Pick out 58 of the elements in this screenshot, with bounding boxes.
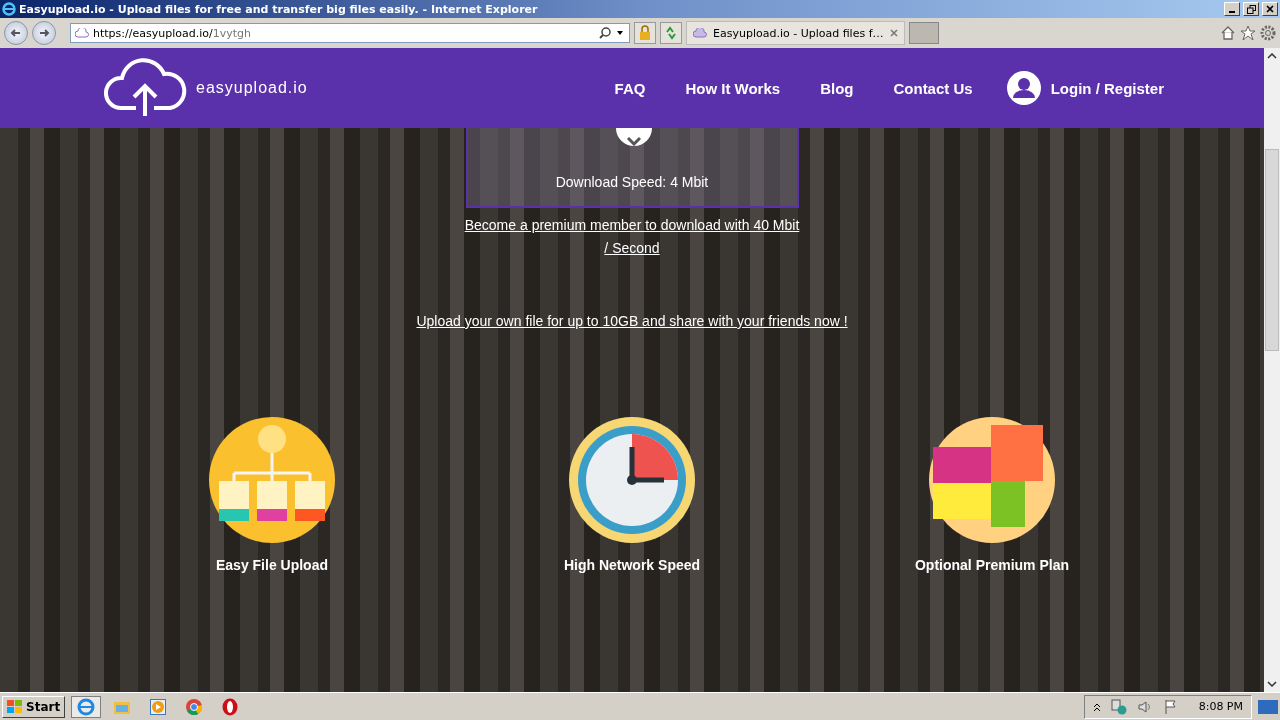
close-button[interactable] [1262,2,1278,16]
taskbar-app[interactable] [71,695,102,718]
user-icon [1006,71,1041,105]
star-icon[interactable] [1240,25,1256,41]
windows-logo-icon [7,699,23,714]
minimize-button[interactable] [1224,2,1240,16]
restore-icon [1246,4,1256,14]
forward-button[interactable] [32,21,56,45]
address-field[interactable]: https://easyupload.io/1vytgh [70,23,630,43]
search-icon [599,27,611,39]
desktop-icon [1258,698,1278,715]
settings-icon[interactable] [1260,25,1276,41]
back-arrow-icon [10,27,22,39]
back-button[interactable] [4,21,28,45]
download-speed: Download Speed: 4 Mbit [555,174,709,190]
puzzle-icon [929,417,1055,543]
lock-icon [639,25,651,41]
caret-down-icon [1267,681,1277,687]
lock-button[interactable] [634,22,656,44]
upload-link[interactable]: Upload your own file for up to 10GB and share with your friends now ! [416,310,848,333]
browser-e-icon [2,2,16,16]
browser-tab[interactable]: Easyupload.io - Upload files f… [686,21,905,45]
nav-link[interactable]: Contact Us [893,79,973,97]
scroll-thumb[interactable] [1265,149,1279,351]
clock-icon [569,417,695,543]
cloud-icon [75,28,89,38]
feature-title: High Network Speed [563,557,701,573]
logo-text: easyupload.io [196,79,308,97]
window-title: Easyupload.io - Upload files for free and transfer big files easily. - Internet Explorer [19,2,539,16]
caret-up-icon [1267,53,1277,59]
play-icon [150,698,167,715]
refresh-icon [664,26,678,40]
close-icon [889,29,898,37]
chrome-icon [186,698,203,715]
nav-link[interactable]: FAQ [614,79,646,97]
tab-title: Easyupload.io - Upload files f… [713,26,884,40]
refresh-button[interactable] [660,22,682,44]
opera-icon [222,697,239,716]
forward-arrow-icon [38,27,50,39]
nav-link[interactable]: How It Works [685,79,781,97]
flowchart-icon [209,417,335,543]
speaker-icon [1136,698,1153,715]
clock: 8:08 PM [1198,700,1243,713]
close-icon [1266,5,1274,13]
browser-e-icon [77,697,96,716]
feature-title: Easy File Upload [215,557,328,573]
chevron-up-icon [1092,701,1101,712]
login-link[interactable]: Login / Register [1006,71,1164,105]
cloud-icon [693,28,707,38]
home-icon[interactable] [1220,25,1236,41]
start-button[interactable]: Start [2,695,66,718]
feature-title: Optional Premium Plan [915,557,1069,573]
network-icon [1110,698,1127,715]
restore-button[interactable] [1243,2,1259,16]
nav-link[interactable]: Blog [820,79,854,97]
flag-icon [1162,698,1179,715]
premium-link[interactable]: Become a premium member to download with 40 Mbit / Second [462,214,802,260]
scrollbar[interactable] [1264,48,1280,692]
